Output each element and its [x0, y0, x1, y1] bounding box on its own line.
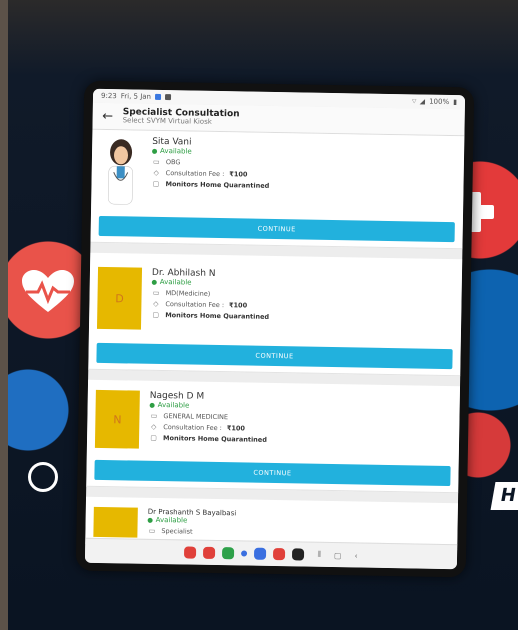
- back-arrow-icon[interactable]: ←: [99, 108, 117, 123]
- tablet-screen: 9:23 Fri, 5 Jan ⌔ ◢ 100% ▮ ← Specialist …: [84, 88, 466, 570]
- app-icon[interactable]: [241, 550, 248, 557]
- status-dot-icon: [147, 517, 153, 523]
- fee-row: ◇ Consultation Fee : ₹100: [152, 169, 270, 179]
- availability-label: Available: [160, 146, 192, 156]
- availability-label: Available: [157, 400, 190, 410]
- fee-row: ◇ Consultation Fee : ₹100: [151, 300, 269, 310]
- status-dot-icon: [149, 402, 155, 408]
- monitor-icon: ▢: [152, 179, 160, 188]
- fee-label: Consultation Fee :: [165, 300, 225, 310]
- monitor-label: Monitors Home Quarantined: [165, 180, 270, 190]
- briefcase-icon: ▭: [153, 157, 160, 166]
- hospital-badge-icon: H: [490, 482, 518, 510]
- availability-label: Available: [155, 515, 188, 525]
- app-icon[interactable]: [222, 547, 235, 560]
- heart-pulse-icon: [22, 270, 74, 312]
- availability-status: Available: [147, 515, 237, 526]
- availability-status: Available: [149, 400, 268, 411]
- back-nav-icon[interactable]: ‹: [354, 551, 357, 560]
- doctor-avatar: N: [94, 389, 140, 449]
- tag-icon: ◇: [153, 168, 159, 177]
- tag-icon: ◇: [151, 422, 157, 431]
- recents-icon[interactable]: ⦀: [317, 550, 321, 560]
- home-icon[interactable]: ▢: [334, 551, 342, 560]
- briefcase-icon: ▭: [150, 411, 158, 420]
- specialty-label: OBG: [165, 158, 181, 167]
- monitor-label: Monitors Home Quarantined: [165, 311, 270, 321]
- availability-status: Available: [152, 147, 270, 157]
- app-icon[interactable]: [184, 546, 197, 559]
- status-date: Fri, 5 Jan: [120, 92, 152, 101]
- briefcase-icon: ▭: [152, 288, 160, 297]
- specialty-label: MD(Medicine): [165, 289, 211, 298]
- doctor-list: Sita Vani Available ▭ OBG ◇ Consultation F…: [85, 129, 465, 551]
- fee-value: ₹100: [228, 301, 248, 310]
- continue-button[interactable]: CONTINUE: [98, 215, 455, 243]
- wifi-signal-icon: ⌔ ◢: [410, 96, 426, 106]
- status-time: 9:23: [100, 91, 117, 101]
- doctor-card: Sita Vani Available ▭ OBG ◇ Consultation F…: [90, 129, 465, 250]
- doctor-avatar: [107, 139, 134, 205]
- specialty-row: ▭ MD(Medicine): [152, 289, 270, 299]
- app-icon[interactable]: [292, 548, 305, 561]
- doctor-card: D Dr. Abhilash N Available ▭ MD(Medicine)…: [88, 252, 463, 377]
- fee-row: ◇ Consultation Fee : ₹100: [149, 423, 267, 433]
- specialty-label: Specialist: [161, 527, 193, 536]
- fee-label: Consultation Fee :: [165, 169, 225, 179]
- availability-label: Available: [159, 277, 192, 287]
- monitor-icon: ▢: [152, 310, 160, 319]
- app-icon[interactable]: [273, 548, 286, 561]
- doctor-avatar: [93, 506, 138, 538]
- specialty-row: ▭ GENERAL MEDICINE: [149, 412, 267, 422]
- continue-button[interactable]: CONTINUE: [96, 342, 453, 370]
- monitor-row: ▢ Monitors Home Quarantined: [149, 434, 267, 444]
- specialty-row: ▭ OBG: [152, 158, 270, 168]
- availability-status: Available: [151, 277, 270, 288]
- status-dot-icon: [152, 148, 158, 154]
- continue-button[interactable]: CONTINUE: [94, 459, 451, 487]
- doctor-card: N Nagesh D M Available ▭ GENERAL MEDICINE…: [86, 379, 461, 494]
- fee-value: ₹100: [226, 424, 246, 433]
- tablet-device: 9:23 Fri, 5 Jan ⌔ ◢ 100% ▮ ← Specialist …: [75, 80, 475, 578]
- tag-icon: ◇: [153, 299, 159, 308]
- fee-label: Consultation Fee :: [163, 423, 222, 433]
- briefcase-icon: ▭: [148, 526, 156, 535]
- background-strip: [0, 0, 8, 630]
- fee-value: ₹100: [229, 170, 248, 179]
- notification-icon: [154, 93, 162, 100]
- globe-icon: [28, 462, 58, 492]
- system-navigation-bar: ⦀ ▢ ‹: [84, 537, 458, 570]
- app-icon[interactable]: [254, 547, 267, 560]
- doctor-avatar: D: [96, 266, 143, 330]
- status-dot-icon: [151, 279, 157, 285]
- battery-icon: ▮: [453, 98, 458, 107]
- monitor-label: Monitors Home Quarantined: [163, 434, 267, 444]
- specialty-label: GENERAL MEDICINE: [163, 412, 229, 422]
- specialty-row: ▭ Specialist: [147, 527, 236, 537]
- app-icon[interactable]: [203, 546, 216, 559]
- battery-level: 100%: [429, 97, 450, 107]
- monitor-row: ▢ Monitors Home Quarantined: [151, 179, 270, 190]
- monitor-icon: ▢: [150, 433, 157, 442]
- notification-icon: [164, 94, 172, 101]
- monitor-row: ▢ Monitors Home Quarantined: [151, 311, 269, 321]
